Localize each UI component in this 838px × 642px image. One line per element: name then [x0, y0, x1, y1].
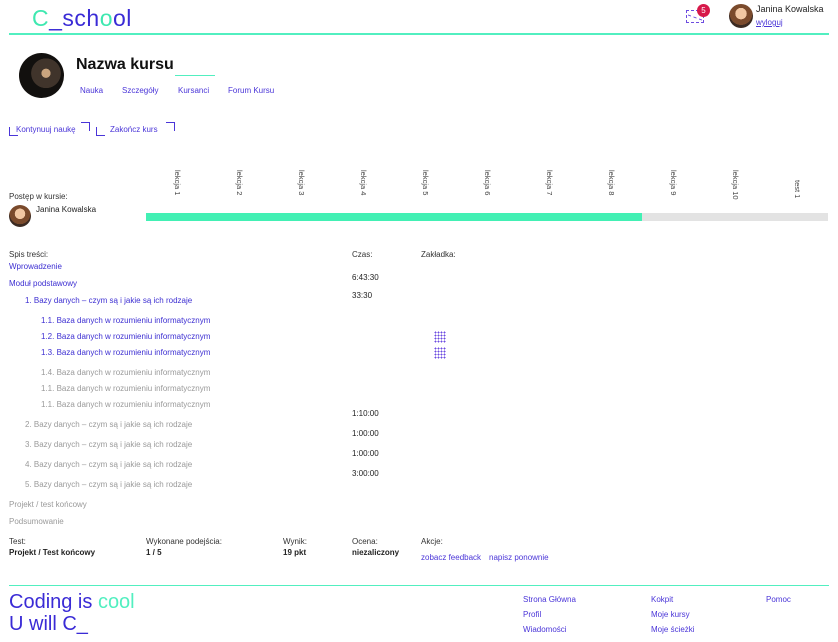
slogan-line2: U will C_	[9, 613, 88, 635]
progress-fill	[146, 213, 642, 221]
time-value: 1:00:00	[352, 449, 379, 458]
lesson-label: lekcja 3	[297, 170, 306, 196]
bookmark-icon[interactable]	[434, 347, 446, 359]
continue-learning-button[interactable]: Kontynuuj naukę	[16, 125, 76, 134]
footer-divider	[9, 585, 829, 586]
footer-link[interactable]: Profil	[523, 610, 541, 619]
footer-link[interactable]: Moje kursy	[651, 610, 690, 619]
tab-forum[interactable]: Forum Kursu	[228, 86, 274, 95]
toc-item[interactable]: 1.4. Baza danych w rozumieniu informatyc…	[41, 368, 210, 377]
footer-link[interactable]: Strona Główna	[523, 595, 576, 604]
time-value: 3:00:00	[352, 469, 379, 478]
avatar[interactable]	[729, 4, 753, 28]
lesson-label: lekcja 5	[421, 170, 430, 196]
attempts-header: Wykonane podejścia:	[146, 537, 222, 546]
student-name: Janina Kowalska	[36, 205, 97, 214]
time-value: 33:30	[352, 291, 373, 300]
toc-item[interactable]: Projekt / test końcowy	[9, 500, 87, 509]
toc-item[interactable]: 4. Bazy danych – czym są i jakie są ich …	[25, 460, 192, 469]
bracket-icon	[166, 122, 175, 131]
toc-item[interactable]: 2. Bazy danych – czym są i jakie są ich …	[25, 420, 192, 429]
active-tab-indicator	[175, 75, 215, 76]
toc-item[interactable]: Wprowadzenie	[9, 262, 62, 271]
lesson-label: test 1	[793, 180, 802, 199]
lesson-label: lekcja 9	[669, 170, 678, 196]
time-value: 6:43:30	[352, 273, 379, 282]
retry-link[interactable]: napisz ponownie	[489, 553, 549, 562]
logout-link[interactable]: wyloguj	[756, 18, 783, 27]
grade-header: Ocena:	[352, 537, 378, 546]
progress-label: Postęp w kursie:	[9, 192, 68, 201]
footer-link[interactable]: Wiadomości	[523, 625, 567, 634]
lesson-label: lekcja 7	[545, 170, 554, 196]
slogan: Coding is cool	[9, 591, 135, 613]
actions-header: Akcje:	[421, 537, 443, 546]
toc-item[interactable]: 1.3. Baza danych w rozumieniu informatyc…	[41, 348, 210, 357]
tab-szczegoly[interactable]: Szczegóły	[122, 86, 158, 95]
result-header: Wynik:	[283, 537, 307, 546]
toc-item[interactable]: 5. Bazy danych – czym są i jakie są ich …	[25, 480, 192, 489]
lesson-label: lekcja 8	[607, 170, 616, 196]
time-value: 1:10:00	[352, 409, 379, 418]
toc-header: Spis treści:	[9, 250, 49, 259]
tab-kursanci[interactable]: Kursanci	[178, 86, 209, 95]
footer-link[interactable]: Moje ścieżki	[651, 625, 695, 634]
lesson-label: lekcja 1	[173, 170, 182, 196]
time-value: 1:00:00	[352, 429, 379, 438]
test-header: Test:	[9, 537, 26, 546]
toc-item[interactable]: 1. Bazy danych – czym są i jakie są ich …	[25, 296, 192, 305]
header-divider	[9, 33, 829, 35]
bookmark-icon[interactable]	[434, 331, 446, 343]
notification-badge: 5	[697, 4, 710, 17]
bracket-icon	[96, 127, 105, 136]
lesson-label: lekcja 2	[235, 170, 244, 196]
attempts-value: 1 / 5	[146, 548, 162, 557]
lesson-label: lekcja 6	[483, 170, 492, 196]
feedback-link[interactable]: zobacz feedback	[421, 553, 481, 562]
time-header: Czas:	[352, 250, 373, 259]
bookmark-header: Zakładka:	[421, 250, 456, 259]
toc-item[interactable]: Podsumowanie	[9, 517, 64, 526]
toc-item[interactable]: 1.1. Baza danych w rozumieniu informatyc…	[41, 400, 210, 409]
user-name: Janina Kowalska	[756, 4, 824, 14]
avatar	[9, 205, 31, 227]
toc-item[interactable]: 1.1. Baza danych w rozumieniu informatyc…	[41, 384, 210, 393]
page-title: Nazwa kursu	[76, 56, 174, 73]
result-value: 19 pkt	[283, 548, 307, 557]
grade-value: niezaliczony	[352, 548, 400, 557]
finish-course-button[interactable]: Zakończ kurs	[110, 125, 158, 134]
logo[interactable]: C_school	[32, 5, 132, 32]
course-image	[19, 53, 64, 98]
footer-link[interactable]: Kokpit	[651, 595, 673, 604]
footer-link[interactable]: Pomoc	[766, 595, 791, 604]
toc-item[interactable]: 3. Bazy danych – czym są i jakie są ich …	[25, 440, 192, 449]
bracket-icon	[81, 122, 90, 131]
lesson-label: lekcja 10	[731, 170, 740, 200]
toc-item[interactable]: 1.2. Baza danych w rozumieniu informatyc…	[41, 332, 210, 341]
lesson-label: lekcja 4	[359, 170, 368, 196]
toc-item[interactable]: 1.1. Baza danych w rozumieniu informatyc…	[41, 316, 210, 325]
test-name: Projekt / Test końcowy	[9, 548, 96, 557]
tab-nauka[interactable]: Nauka	[80, 86, 103, 95]
toc-item[interactable]: Moduł podstawowy	[9, 279, 77, 288]
